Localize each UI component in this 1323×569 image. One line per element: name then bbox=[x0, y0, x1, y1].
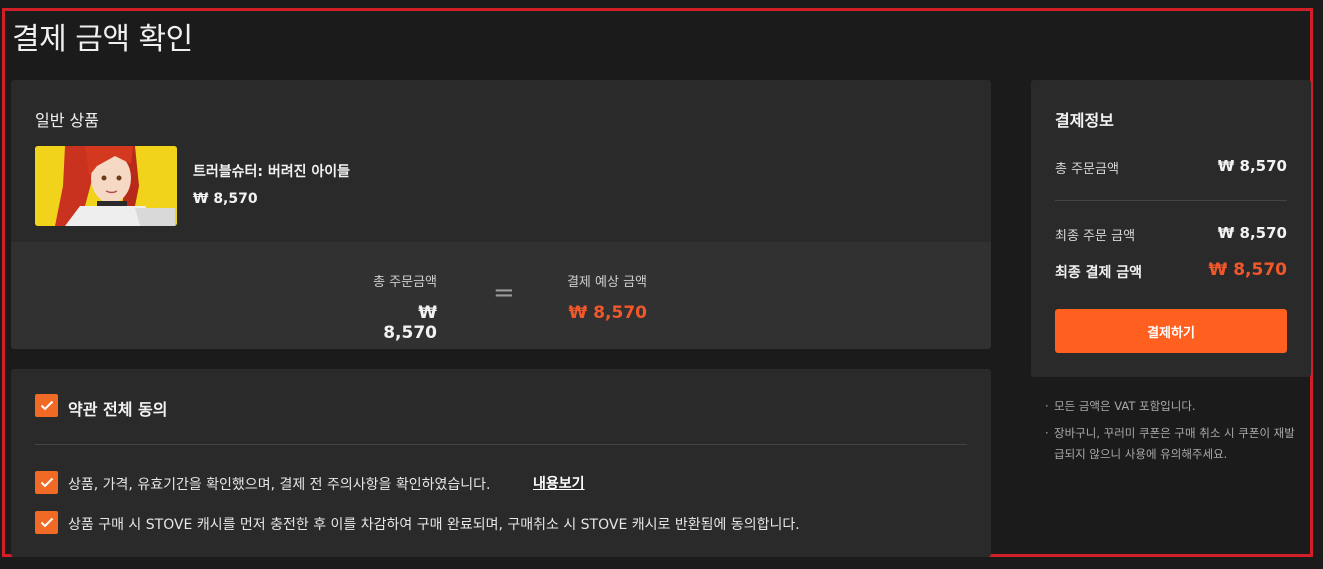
total-order-label: 총 주문금액 bbox=[1055, 162, 1119, 177]
final-payment-value: ₩ 8,570 bbox=[1208, 260, 1287, 280]
product-card: 일반 상품 트러블슈터: 버려진 아이들 ₩ 8,570 총 주문금액 ₩ 8,… bbox=[11, 80, 991, 349]
total-order-label: 총 주문금액 bbox=[373, 275, 437, 290]
product-price: ₩ 8,570 bbox=[193, 191, 258, 207]
term-checkbox-confirm[interactable] bbox=[35, 471, 58, 494]
note-coupon: 장바구니, 꾸러미 쿠폰은 구매 취소 시 쿠폰이 재발급되지 않으니 사용에 … bbox=[1045, 423, 1305, 465]
term-checkbox-stove-cash[interactable] bbox=[35, 511, 58, 534]
final-order-label: 최종 주문 금액 bbox=[1055, 229, 1136, 244]
terms-card: 약관 전체 동의 상품, 가격, 유효기간을 확인했으며, 결제 전 주의사항을… bbox=[11, 369, 991, 557]
total-order-value: ₩ 8,570 bbox=[383, 303, 437, 343]
check-icon bbox=[40, 400, 53, 411]
section-title: 일반 상품 bbox=[35, 111, 99, 130]
term-text-confirm: 상품, 가격, 유효기간을 확인했으며, 결제 전 주의사항을 확인하였습니다. bbox=[68, 477, 491, 493]
total-order-summary: 총 주문금액 ₩ 8,570 bbox=[361, 271, 437, 343]
payment-info-card: 결제정보 총 주문금액 ₩ 8,570 최종 주문 금액 ₩ 8,570 최종 … bbox=[1031, 80, 1311, 377]
final-order-value: ₩ 8,570 bbox=[1217, 224, 1287, 242]
total-order-value: ₩ 8,570 bbox=[1217, 157, 1287, 175]
view-details-link[interactable]: 내용보기 bbox=[533, 473, 585, 493]
equals-sign: = bbox=[493, 278, 515, 308]
payment-info-title: 결제정보 bbox=[1055, 111, 1114, 130]
expected-payment-label: 결제 예상 금액 bbox=[566, 275, 647, 290]
product-name[interactable]: 트러블슈터: 버려진 아이들 bbox=[193, 161, 350, 181]
expected-payment-value: ₩ 8,570 bbox=[568, 303, 647, 323]
order-summary: 총 주문금액 ₩ 8,570 = 결제 예상 금액 ₩ 8,570 bbox=[11, 242, 991, 349]
page-title: 결제 금액 확인 bbox=[12, 22, 193, 57]
payment-notes: 모든 금액은 VAT 포함입니다. 장바구니, 꾸러미 쿠폰은 구매 취소 시 … bbox=[1045, 396, 1305, 471]
terms-divider bbox=[35, 444, 967, 445]
expected-payment-summary: 결제 예상 금액 ₩ 8,570 bbox=[551, 271, 647, 323]
note-vat: 모든 금액은 VAT 포함입니다. bbox=[1045, 396, 1305, 417]
agree-all-label[interactable]: 약관 전체 동의 bbox=[68, 396, 167, 420]
agree-all-checkbox[interactable] bbox=[35, 394, 58, 417]
check-icon bbox=[40, 517, 53, 528]
term-text-stove-cash: 상품 구매 시 STOVE 캐시를 먼저 충전한 후 이를 차감하여 구매 완료… bbox=[68, 517, 800, 533]
check-icon bbox=[40, 477, 53, 488]
pay-button[interactable]: 결제하기 bbox=[1055, 309, 1287, 353]
payment-divider bbox=[1055, 200, 1287, 201]
product-thumbnail[interactable] bbox=[35, 146, 177, 226]
final-payment-label: 최종 결제 금액 bbox=[1055, 265, 1143, 281]
